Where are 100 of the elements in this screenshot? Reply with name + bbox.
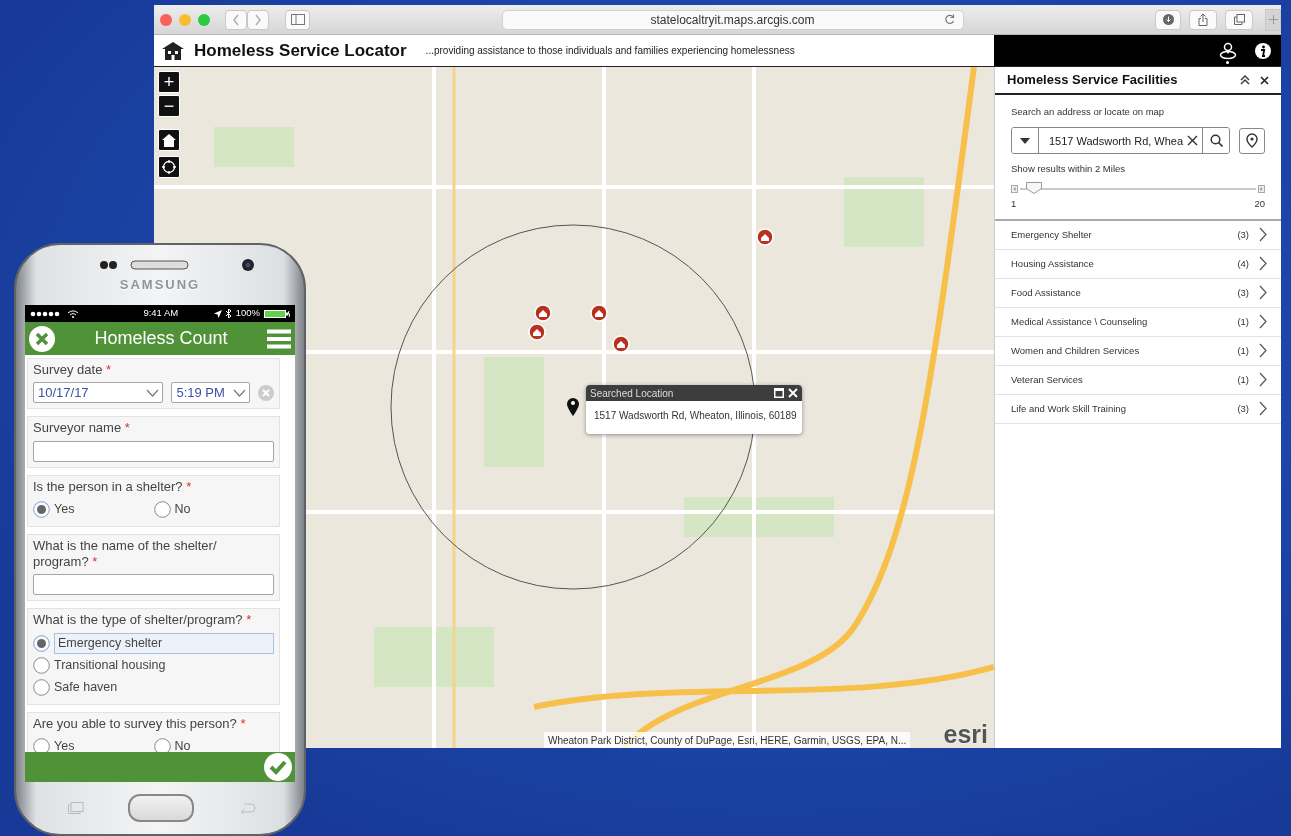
date-value: 10/17/17 — [38, 384, 89, 402]
popup-title: Searched Location — [590, 386, 674, 401]
address-bar[interactable]: statelocaltryit.maps.arcgis.com — [501, 9, 964, 30]
slider-left-icon — [1011, 184, 1018, 193]
submit-check-icon[interactable] — [264, 753, 292, 781]
search-value: 1517 Wadsworth Rd, Whea — [1049, 133, 1184, 149]
category-count: (1) — [1237, 372, 1249, 387]
option-label: Yes — [54, 738, 75, 752]
option-label: No — [174, 501, 191, 519]
location-arrow-icon — [213, 309, 222, 318]
category-count: (3) — [1237, 227, 1249, 242]
category-count: (3) — [1237, 285, 1249, 300]
category-count: (4) — [1237, 256, 1249, 271]
date-select[interactable]: 10/17/17 — [33, 382, 164, 404]
chevron-right-icon — [1259, 314, 1267, 330]
question-label: Surveyor name * — [33, 420, 131, 437]
house-icon — [161, 40, 185, 61]
window-control-dot[interactable] — [198, 13, 210, 26]
sidebar-button[interactable] — [285, 9, 310, 30]
info-icon[interactable] — [1255, 42, 1271, 59]
time-value: 5:19 PM — [176, 384, 225, 402]
text-input[interactable] — [33, 440, 274, 462]
radius-label: Show results within 2 Miles — [1011, 162, 1127, 177]
category-name: Emergency Shelter — [1011, 227, 1092, 242]
slider-min-label: 1 — [1011, 196, 1017, 211]
facility-marker-icon[interactable] — [612, 335, 630, 353]
zoom-in-button[interactable]: + — [158, 71, 180, 93]
option-label: Safe haven — [54, 679, 118, 697]
radio-button[interactable] — [33, 635, 50, 652]
clear-icon[interactable] — [1187, 135, 1199, 147]
facility-marker-icon[interactable] — [528, 323, 546, 341]
search-field[interactable]: 1517 Wadsworth Rd, Whea — [1011, 127, 1230, 155]
app-subtitle: ...providing assistance to those individuals and families experiencing homelessness — [425, 44, 795, 58]
category-name: Life and Work Skill Training — [1011, 401, 1126, 416]
text-input[interactable] — [33, 574, 274, 596]
chevron-right-icon — [1259, 401, 1267, 417]
radio-button[interactable] — [153, 501, 171, 519]
facility-marker-icon[interactable] — [534, 304, 552, 322]
zoom-out-button[interactable]: − — [158, 95, 180, 117]
search-label: Search an address or locate on map — [1011, 105, 1166, 119]
window-control-dot[interactable] — [179, 13, 191, 26]
question-label: Survey date * — [33, 362, 113, 379]
battery-percent: 100% — [235, 306, 260, 321]
facility-marker-icon[interactable] — [756, 228, 774, 246]
location-people-icon[interactable] — [1219, 41, 1237, 60]
slider-max-label: 20 — [1254, 196, 1265, 211]
chevron-down-icon — [146, 388, 160, 397]
tabs-icon — [1233, 14, 1245, 25]
url-text: statelocaltryit.maps.arcgis.com — [650, 11, 815, 29]
option-label: Emergency shelter — [54, 633, 274, 654]
caret-icon — [1020, 137, 1030, 144]
category-name: Food Assistance — [1011, 285, 1081, 300]
sidebar-icon — [290, 14, 305, 25]
chevron-right-icon — [1259, 256, 1267, 272]
maximize-icon[interactable] — [774, 388, 784, 398]
chevron-right-icon — [1259, 227, 1267, 243]
share-button[interactable] — [1189, 9, 1217, 30]
close-icon[interactable] — [1260, 75, 1269, 85]
app-title: Homeless Service Locator — [194, 39, 407, 62]
category-name: Veteran Services — [1011, 372, 1083, 387]
battery-icon — [264, 309, 290, 318]
radio-button[interactable] — [153, 738, 171, 752]
time-select[interactable]: 5:19 PM — [171, 382, 250, 404]
bluetooth-icon — [225, 309, 232, 318]
radio-button[interactable] — [33, 738, 50, 752]
search-icon — [1209, 134, 1223, 148]
download-button[interactable] — [1155, 9, 1181, 30]
locate-icon — [162, 160, 176, 174]
plus-icon — [1268, 15, 1278, 24]
menu-icon[interactable] — [267, 328, 291, 349]
category-count: (1) — [1237, 314, 1249, 329]
window-control-dot[interactable] — [160, 13, 172, 26]
esri-logo: esri — [943, 720, 988, 748]
option-label: Yes — [54, 501, 75, 519]
chevron-right-icon — [1259, 285, 1267, 301]
collapse-icon[interactable] — [1240, 75, 1250, 85]
new-tab-button[interactable] — [1265, 8, 1281, 31]
chevron-right-icon — [1259, 372, 1267, 388]
radio-button[interactable] — [33, 657, 50, 674]
forward-icon — [254, 13, 262, 26]
slider-thumb[interactable] — [1026, 181, 1043, 194]
wifi-icon — [68, 309, 78, 318]
facility-marker-icon[interactable] — [590, 304, 608, 322]
category-name: Housing Assistance — [1011, 256, 1094, 271]
radio-button[interactable] — [33, 501, 50, 519]
slider-right-icon — [1258, 184, 1265, 193]
category-name: Women and Children Services — [1011, 343, 1140, 358]
category-count: (1) — [1237, 343, 1249, 358]
active-indicator-dot — [1226, 61, 1229, 64]
share-icon — [1198, 13, 1208, 26]
tabs-button[interactable] — [1225, 9, 1253, 30]
reload-icon — [943, 14, 955, 25]
chevron-down-icon — [233, 388, 246, 397]
locate-button[interactable] — [1239, 127, 1265, 154]
radio-button[interactable] — [33, 679, 50, 696]
radius-slider[interactable] — [1011, 184, 1265, 193]
chevron-right-icon — [1259, 343, 1267, 359]
category-name: Medical Assistance \ Counseling — [1011, 314, 1148, 329]
panel-title: Homeless Service Facilities — [1007, 71, 1179, 90]
popup-text: 1517 Wadsworth Rd, Wheaton, Illinois, 60189 — [593, 409, 798, 423]
